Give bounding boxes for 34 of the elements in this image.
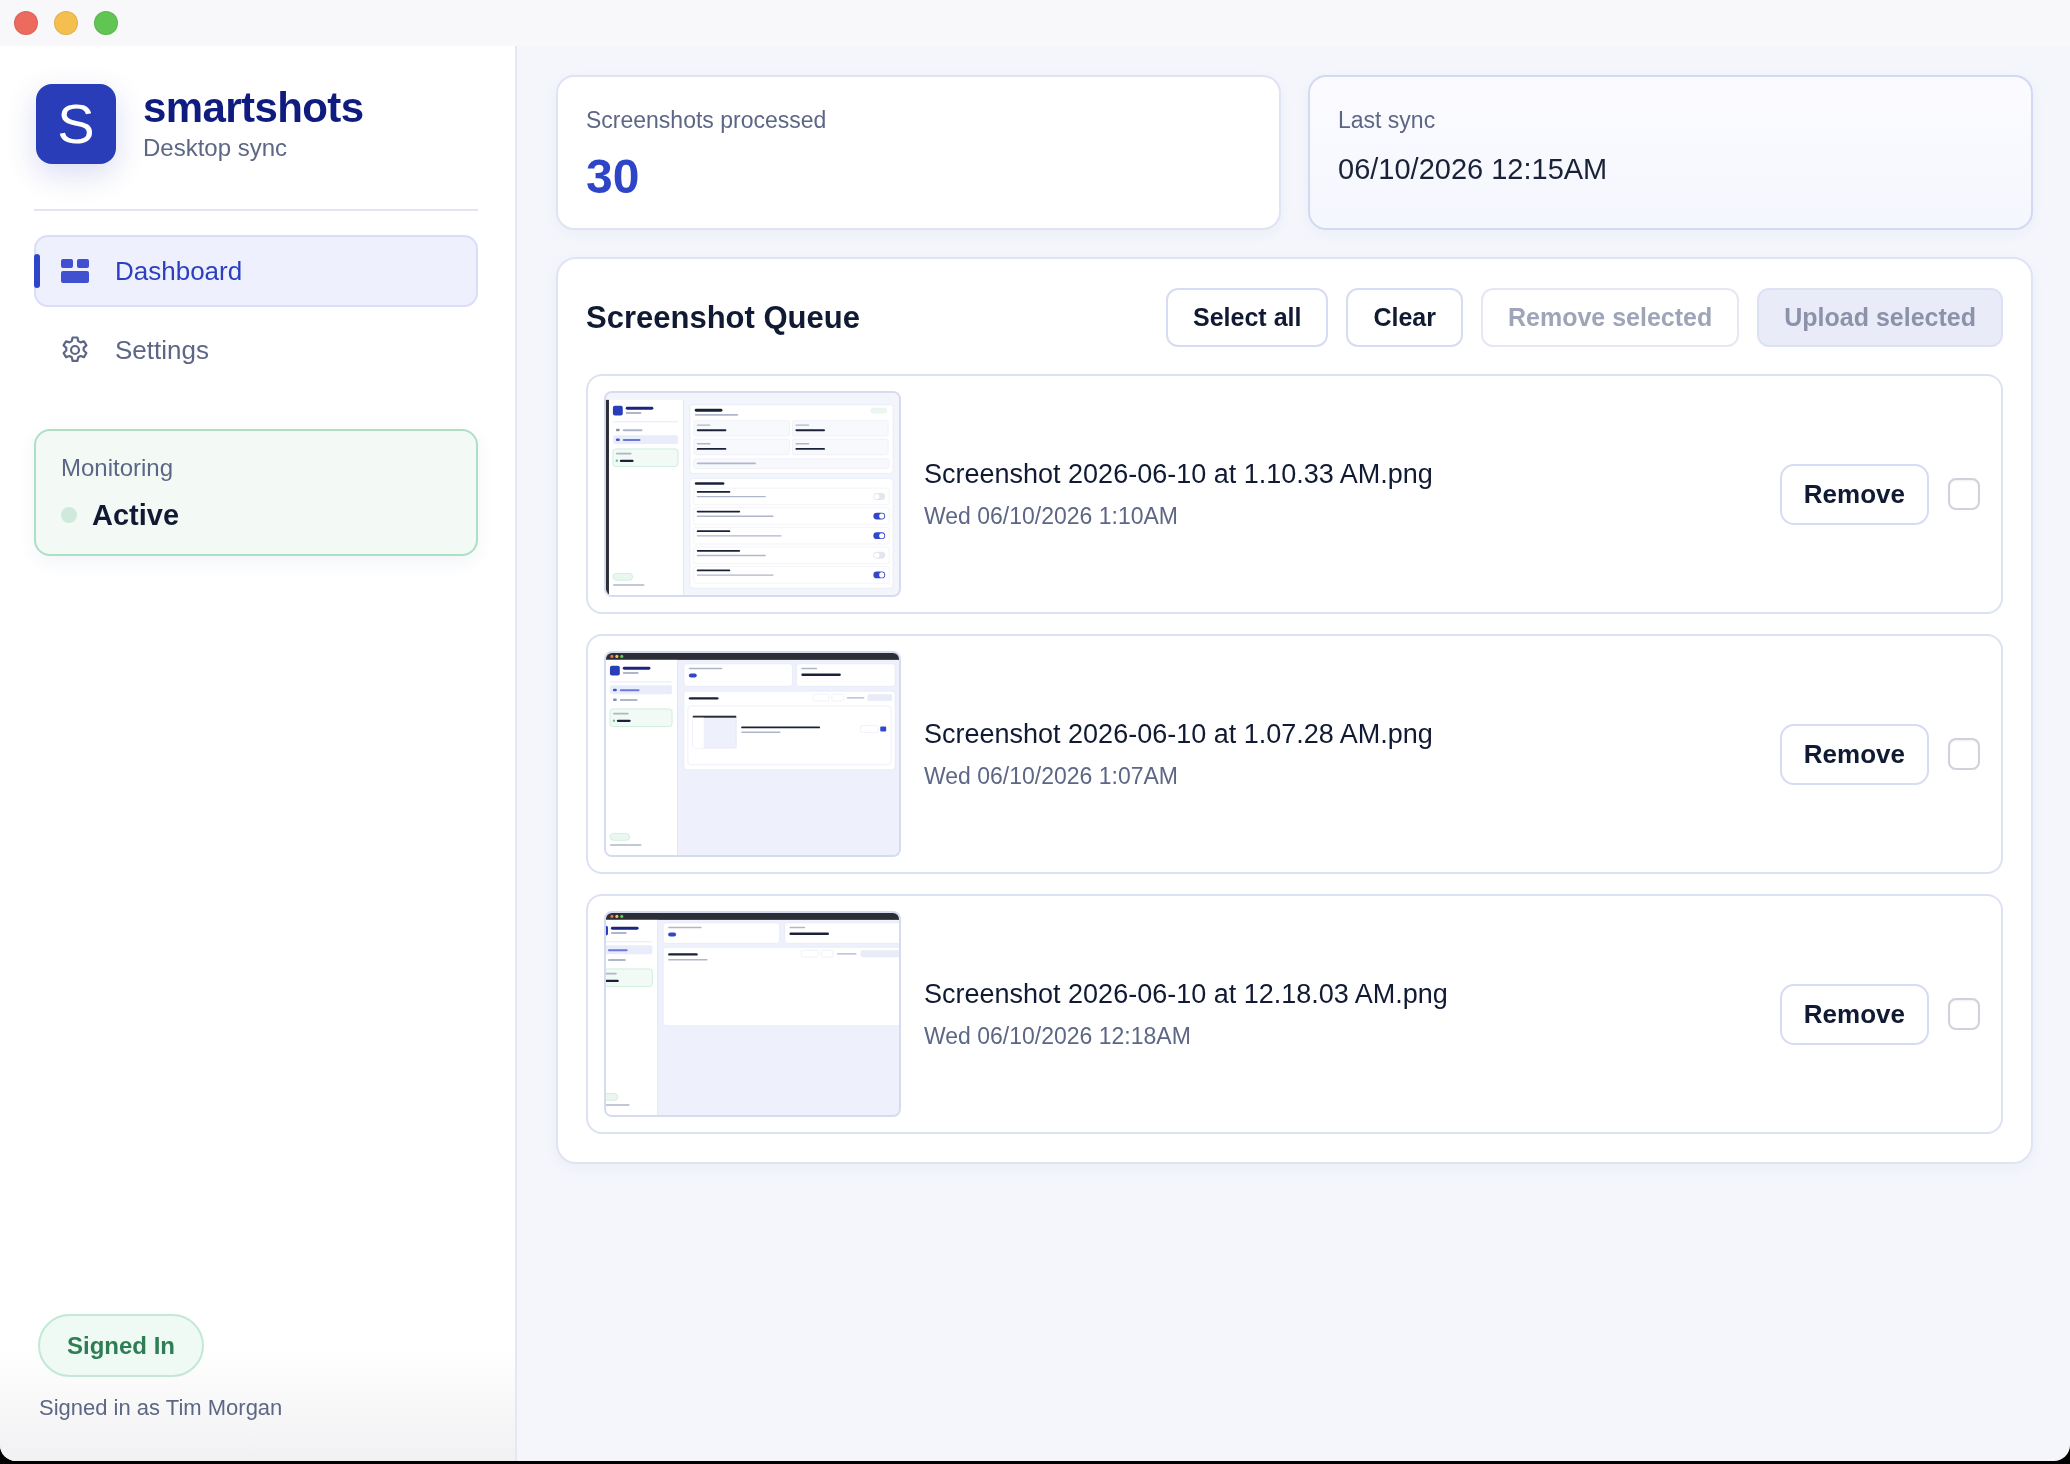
queue-title: Screenshot Queue	[586, 299, 860, 336]
checkbox[interactable]	[1948, 998, 1980, 1030]
monitoring-label: Monitoring	[61, 454, 175, 482]
signed-in-user-text: Signed in as Tim Morgan	[39, 1395, 283, 1421]
checkbox[interactable]	[1948, 738, 1980, 770]
status-dot-icon	[61, 507, 77, 523]
checkbox[interactable]	[1948, 478, 1980, 510]
stat-label: Screenshots processed	[586, 107, 828, 133]
file-name: Screenshot 2026-06-10 at 1.07.28 AM.png	[924, 718, 1434, 750]
dashboard-icon	[61, 257, 89, 285]
file-date: Wed 06/10/2026 1:07AM	[924, 762, 1180, 790]
app-tagline: Desktop sync	[143, 134, 289, 162]
file-date: Wed 06/10/2026 12:18AM	[924, 1022, 1192, 1050]
file-name: Screenshot 2026-06-10 at 1.10.33 AM.png	[924, 458, 1434, 490]
app-logo: S	[36, 84, 116, 164]
remove-button[interactable]: Remove	[1779, 723, 1929, 785]
signed-in-badge: Signed In	[38, 1314, 204, 1377]
queue-action-button[interactable]: Clear	[1346, 288, 1463, 347]
stat-label: Last sync	[1338, 107, 1437, 133]
sync-time: 06/10/2026 12:15AM	[1338, 155, 1609, 184]
monitoring-status: Active	[92, 498, 180, 532]
file-name: Screenshot 2026-06-10 at 12.18.03 AM.png	[924, 978, 1449, 1010]
window-zoom-icon[interactable]	[94, 11, 118, 35]
settings-icon	[61, 336, 89, 364]
remove-button[interactable]: Remove	[1779, 463, 1929, 525]
window-minimize-icon[interactable]	[54, 11, 78, 35]
window-close-icon[interactable]	[14, 11, 38, 35]
file-date: Wed 06/10/2026 1:10AM	[924, 502, 1180, 530]
remove-button[interactable]: Remove	[1779, 983, 1929, 1045]
sidebar-nav-item[interactable]: Settings	[34, 314, 478, 386]
queue-action-button[interactable]: Select all	[1166, 288, 1329, 347]
sidebar-nav-item[interactable]: Dashboard	[34, 235, 478, 307]
processed-count: 30	[586, 153, 641, 201]
app-name: smartshots	[143, 86, 364, 130]
